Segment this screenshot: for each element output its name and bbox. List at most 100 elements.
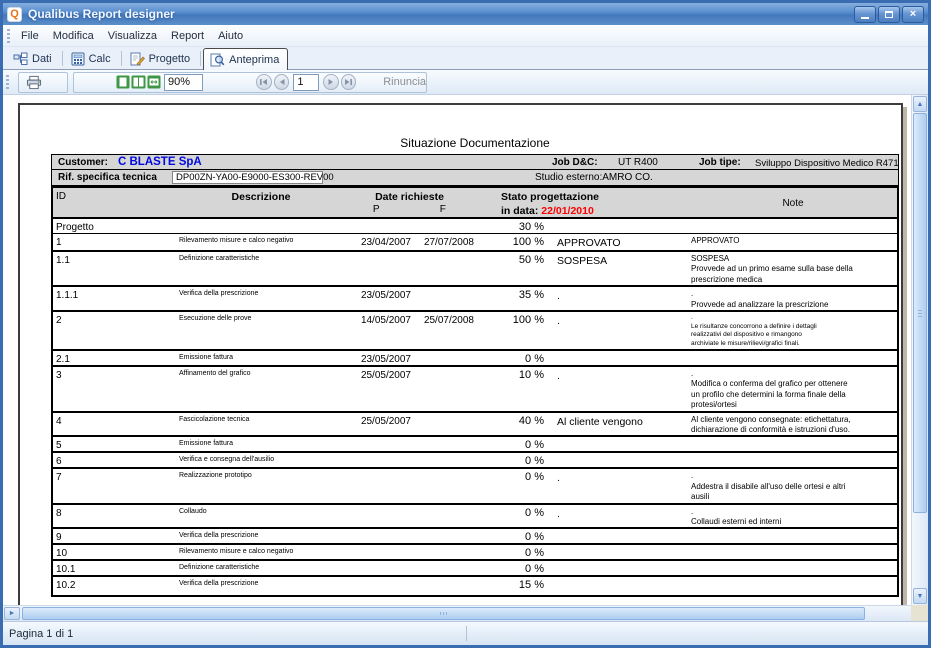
toolbar-grip[interactable] xyxy=(7,29,10,43)
menu-file[interactable]: File xyxy=(14,27,46,45)
status-bar: Pagina 1 di 1 xyxy=(3,621,928,645)
row-stato xyxy=(546,351,689,365)
row-id: 8 xyxy=(53,505,179,528)
col-header-f: F xyxy=(410,204,477,215)
row-date-p: 25/05/2007 xyxy=(343,367,413,411)
row-descrizione: Affinamento del grafico xyxy=(179,367,343,411)
row-descrizione: Rilevamento misure e calco negativo xyxy=(179,545,343,559)
next-page-button[interactable] xyxy=(323,74,339,90)
app-window: Q Qualibus Report designer × FileModific… xyxy=(0,0,931,648)
row-note: Al cliente vengono consegnate: etichetta… xyxy=(689,413,897,436)
row-date-f: 25/07/2008 xyxy=(413,312,476,349)
rif-value-field: DP00ZN-YA00-E9000-ES300-REV00 xyxy=(172,171,323,184)
row-id: 4 xyxy=(53,413,179,436)
row-note xyxy=(689,529,897,543)
row-date-f xyxy=(413,437,476,451)
first-page-button[interactable] xyxy=(256,74,272,90)
col-header-stato: Stato progettazione in data: 22/01/2010 xyxy=(476,188,689,217)
print-button[interactable] xyxy=(26,74,42,91)
row-percent: 50 % xyxy=(476,252,546,285)
row-percent: 0 % xyxy=(476,505,546,528)
row-date-f xyxy=(413,351,476,365)
app-logo-icon: Q xyxy=(7,7,22,22)
rif-label: Rif. specifica tecnica xyxy=(58,172,157,183)
report-header-row2: Rif. specifica tecnica DP00ZN-YA00-E9000… xyxy=(51,169,899,186)
row-note: SOSPESA Provvede ad un primo esame sulla… xyxy=(689,252,897,285)
tab-progetto[interactable]: Progetto xyxy=(124,49,199,69)
hscroll-strip: ◄ ► xyxy=(3,605,928,621)
prev-page-button[interactable] xyxy=(274,74,290,90)
row-date-f xyxy=(413,287,476,310)
row-stato xyxy=(546,219,689,233)
scroll-down-icon[interactable]: ▼ xyxy=(913,588,927,604)
minimize-button[interactable] xyxy=(854,6,876,23)
row-stato: APPROVATO xyxy=(546,234,689,250)
zoom-level-field[interactable]: 90% xyxy=(164,74,203,91)
row-percent: 0 % xyxy=(476,469,546,502)
report-title: Situazione Documentazione xyxy=(51,136,899,150)
menu-modifica[interactable]: Modifica xyxy=(46,27,101,45)
row-date-p: 23/04/2007 xyxy=(343,234,413,250)
row-id: 1.1 xyxy=(53,252,179,285)
row-percent: 0 % xyxy=(476,453,546,467)
multi-page-icon[interactable] xyxy=(131,74,147,91)
row-id: Progetto xyxy=(53,219,179,233)
row-descrizione: Fascicolazione tecnica xyxy=(179,413,343,436)
horizontal-scrollbar-thumb[interactable] xyxy=(22,607,865,620)
tab-dati[interactable]: Dati xyxy=(7,49,60,69)
row-note xyxy=(689,545,897,559)
row-percent: 0 % xyxy=(476,351,546,365)
tab-label: Anteprima xyxy=(229,54,279,66)
row-note xyxy=(689,453,897,467)
row-date-f xyxy=(413,453,476,467)
row-percent: 0 % xyxy=(476,437,546,451)
row-descrizione: Definizione caratteristiche xyxy=(179,561,343,575)
last-page-button[interactable] xyxy=(341,74,357,90)
row-date-f xyxy=(413,577,476,595)
horizontal-scrollbar[interactable]: ◄ ► xyxy=(3,605,911,621)
close-button[interactable]: × xyxy=(902,6,924,23)
row-id: 10 xyxy=(53,545,179,559)
menu-report[interactable]: Report xyxy=(164,27,211,45)
row-id: 5 xyxy=(53,437,179,451)
tab-calc[interactable]: Calc xyxy=(65,49,119,69)
table-row: Progetto30 % xyxy=(53,219,897,234)
vertical-scrollbar-thumb[interactable] xyxy=(913,113,927,513)
row-stato: SOSPESA xyxy=(546,252,689,285)
cancel-button[interactable]: Rinuncia xyxy=(383,76,426,88)
row-date-f xyxy=(413,252,476,285)
menu-aiuto[interactable]: Aiuto xyxy=(211,27,250,45)
whole-page-icon[interactable] xyxy=(115,74,131,91)
row-stato: . xyxy=(546,367,689,411)
title-bar: Q Qualibus Report designer × xyxy=(3,3,928,25)
row-descrizione: Verifica della prescrizione xyxy=(179,287,343,310)
row-note xyxy=(689,577,897,595)
row-date-p xyxy=(343,529,413,543)
row-descrizione: Verifica della prescrizione xyxy=(179,529,343,543)
row-note: . Le risultanze concorrono a definire i … xyxy=(689,312,897,349)
row-date-p xyxy=(343,453,413,467)
row-descrizione xyxy=(179,219,343,233)
toolbar-grip[interactable] xyxy=(6,75,9,89)
page-width-icon[interactable] xyxy=(146,74,162,91)
row-date-p: 25/05/2007 xyxy=(343,413,413,436)
tab-separator xyxy=(200,51,201,66)
page-count-status: Pagina 1 di 1 xyxy=(9,628,73,640)
scroll-right-icon[interactable]: ► xyxy=(4,607,20,620)
scroll-up-icon[interactable]: ▲ xyxy=(913,96,927,112)
job-type-label: Job tipe: xyxy=(699,157,741,168)
table-row: 2.1Emissione fattura23/05/20070 % xyxy=(53,351,897,367)
preview-area: Situazione Documentazione Customer: C BL… xyxy=(3,95,928,605)
customer-label: Customer: xyxy=(58,157,108,168)
row-stato: . xyxy=(546,469,689,502)
report-header-row1: Customer: C BLASTE SpA Job D&C: UT R400 … xyxy=(51,154,899,170)
maximize-button[interactable] xyxy=(878,6,900,23)
row-date-p xyxy=(343,252,413,285)
menu-visualizza[interactable]: Visualizza xyxy=(101,27,164,45)
row-percent: 100 % xyxy=(476,312,546,349)
tab-anteprima[interactable]: Anteprima xyxy=(203,48,288,70)
vertical-scrollbar[interactable]: ▲ ▼ xyxy=(911,95,928,605)
page-number-field[interactable]: 1 xyxy=(293,74,319,91)
job-dc-label: Job D&C: xyxy=(552,157,598,168)
row-descrizione: Emissione fattura xyxy=(179,351,343,365)
